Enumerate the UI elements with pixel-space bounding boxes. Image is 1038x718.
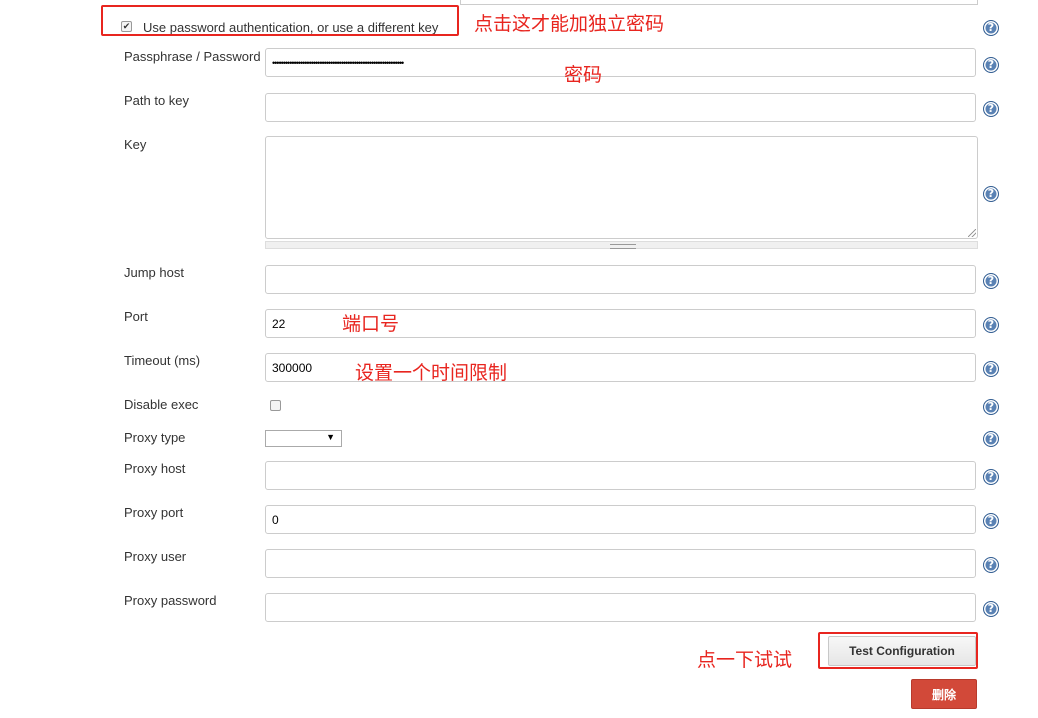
timeout-value: 300000	[272, 360, 313, 375]
annotation-test-note: 点一下试试	[697, 649, 793, 671]
help-icon[interactable]: ?	[983, 399, 999, 415]
jump-host-label: Jump host	[124, 265, 184, 280]
annotation-timeout-note: 设置一个时间限制	[355, 362, 508, 384]
proxy-type-label: Proxy type	[124, 430, 186, 445]
path-to-key-input[interactable]	[265, 93, 976, 122]
test-configuration-button[interactable]: Test Configuration	[828, 636, 976, 666]
help-icon[interactable]: ?	[983, 601, 999, 617]
proxy-port-label: Proxy port	[124, 505, 184, 520]
help-icon[interactable]: ?	[983, 361, 999, 377]
jump-host-input[interactable]	[265, 265, 976, 294]
proxy-password-label: Proxy password	[124, 593, 217, 608]
help-icon[interactable]: ?	[983, 557, 999, 573]
annotation-box-checkbox	[101, 5, 459, 36]
proxy-host-label: Proxy host	[124, 461, 186, 476]
help-icon[interactable]: ?	[983, 431, 999, 447]
textarea-resize-bar[interactable]	[265, 241, 978, 249]
help-icon[interactable]: ?	[983, 317, 999, 333]
passphrase-input[interactable]: ••••••••••••••••••••••••••••••••••••••••…	[265, 48, 976, 77]
drag-handle-icon	[610, 244, 636, 249]
dropdown-arrow-icon: ▼	[326, 432, 335, 442]
disable-exec-label: Disable exec	[124, 397, 199, 412]
port-value: 22	[272, 316, 286, 331]
proxy-host-input[interactable]	[265, 461, 976, 490]
timeout-label: Timeout (ms)	[124, 353, 201, 368]
proxy-password-input[interactable]	[265, 593, 976, 622]
key-textarea[interactable]	[265, 136, 978, 239]
help-icon[interactable]: ?	[983, 469, 999, 485]
proxy-port-input[interactable]: 0	[265, 505, 976, 534]
key-label: Key	[124, 137, 147, 152]
help-icon[interactable]: ?	[983, 273, 999, 289]
port-label: Port	[124, 309, 148, 324]
help-icon[interactable]: ?	[983, 101, 999, 117]
proxy-user-input[interactable]	[265, 549, 976, 578]
help-icon[interactable]: ?	[983, 186, 999, 202]
delete-button[interactable]: 删除	[911, 679, 977, 709]
top-field-edge	[460, 0, 978, 5]
annotation-password-note: 密码	[564, 64, 603, 86]
proxy-type-select[interactable]: ▼	[265, 430, 342, 447]
disable-exec-checkbox[interactable]	[270, 400, 281, 411]
annotation-port-note: 端口号	[342, 313, 400, 335]
passphrase-label: Passphrase / Password	[124, 49, 261, 64]
resize-grip-icon[interactable]	[968, 229, 976, 237]
help-icon[interactable]: ?	[983, 513, 999, 529]
proxy-user-label: Proxy user	[124, 549, 187, 564]
annotation-checkbox-note: 点击这才能加独立密码	[474, 13, 665, 35]
passphrase-value: ••••••••••••••••••••••••••••••••••••••••…	[272, 57, 404, 68]
help-icon[interactable]: ?	[983, 20, 999, 36]
proxy-port-value: 0	[272, 512, 279, 527]
help-icon[interactable]: ?	[983, 57, 999, 73]
path-to-key-label: Path to key	[124, 93, 190, 108]
